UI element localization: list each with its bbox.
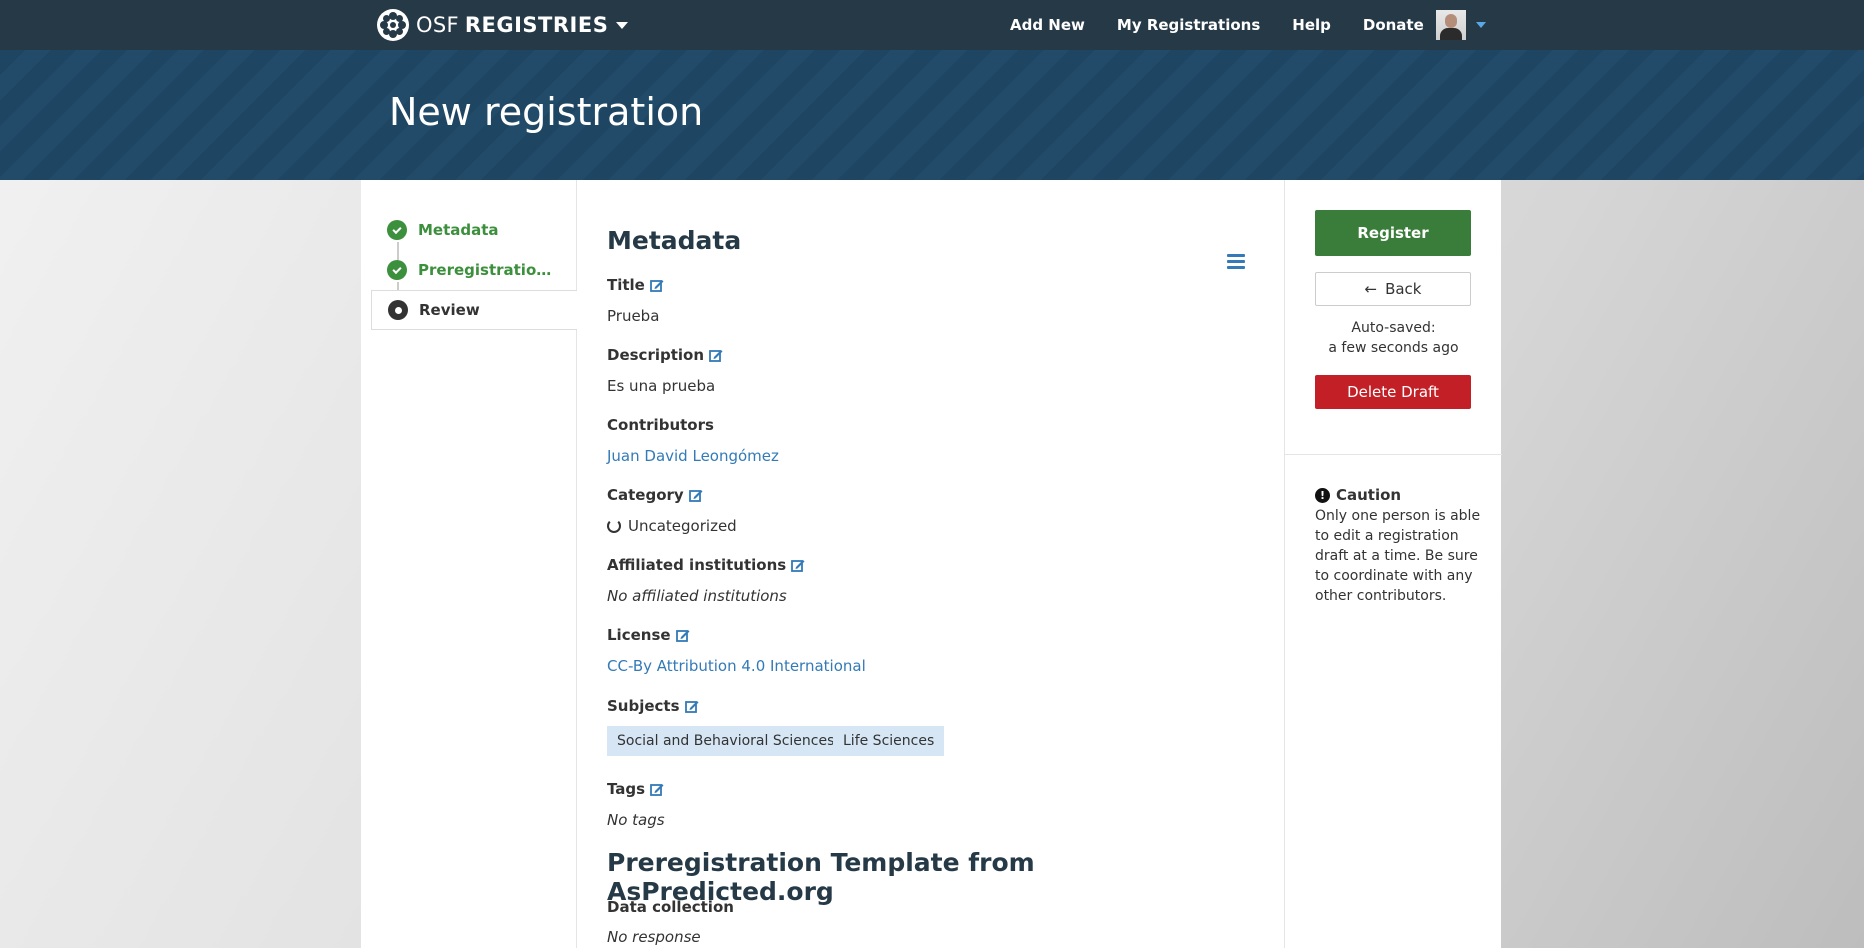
subject-tag: Life Sciences: [833, 726, 945, 756]
edit-icon[interactable]: [709, 348, 723, 362]
edit-icon[interactable]: [675, 628, 690, 642]
nav-my-registrations[interactable]: My Registrations: [1117, 16, 1260, 34]
arrow-left-icon: ←: [1364, 280, 1378, 298]
edit-icon[interactable]: [688, 488, 703, 502]
step-label: Metadata: [418, 221, 499, 239]
top-navbar: OSF REGISTRIES Add New My Registrations …: [0, 0, 1864, 50]
tags-value: No tags: [607, 811, 665, 829]
page-title: New registration: [389, 90, 704, 134]
step-review[interactable]: Review: [371, 290, 577, 330]
subjects-label: Subjects: [607, 697, 699, 715]
edit-icon[interactable]: [791, 558, 805, 572]
actions-sidebar: Register ← Back Auto-saved: a few second…: [1284, 180, 1502, 948]
autosave-time: a few seconds ago: [1328, 340, 1459, 356]
contributor-link[interactable]: Juan David Leongómez: [607, 447, 779, 465]
user-menu-caret-icon: [1476, 22, 1486, 28]
step-metadata[interactable]: Metadata: [371, 210, 577, 250]
edit-icon[interactable]: [684, 699, 699, 713]
autosave-label: Auto-saved:: [1351, 320, 1436, 336]
category-value-text: Uncategorized: [628, 517, 737, 535]
description-label-text: Description: [607, 346, 705, 364]
registration-panel: Metadata Preregistration Te... Review Me…: [361, 180, 1502, 948]
back-button[interactable]: ← Back: [1315, 272, 1471, 306]
user-menu[interactable]: [1436, 10, 1486, 40]
divider: [1285, 454, 1502, 455]
hamburger-menu-icon[interactable]: [1227, 254, 1245, 270]
category-label-text: Category: [607, 486, 684, 504]
affiliated-label-text: Affiliated institutions: [607, 556, 787, 574]
category-label: Category: [607, 486, 703, 504]
check-circle-icon: [387, 260, 407, 280]
data-collection-value: No response: [607, 928, 701, 946]
title-label-text: Title: [607, 276, 645, 294]
subject-tag: Social and Behavioral Sciences: [607, 726, 845, 756]
step-preregistration-template[interactable]: Preregistration Te...: [371, 250, 577, 290]
edit-icon[interactable]: [650, 782, 664, 796]
tags-label: Tags: [607, 780, 664, 798]
affiliated-institutions-value: No affiliated institutions: [607, 587, 787, 605]
category-value: Uncategorized: [607, 517, 737, 535]
title-label: Title: [607, 276, 664, 294]
data-collection-label: Data collection: [607, 898, 734, 916]
register-button[interactable]: Register: [1315, 210, 1471, 256]
caution-text: Only one person is able to edit a regist…: [1315, 508, 1481, 604]
nav-add-new[interactable]: Add New: [1010, 16, 1085, 34]
check-circle-icon: [387, 220, 407, 240]
contributors-label-text: Contributors: [607, 416, 714, 434]
license-label-text: License: [607, 626, 671, 644]
brand-menu[interactable]: OSF REGISTRIES: [376, 7, 629, 43]
page-header-banner: New registration: [0, 50, 1864, 180]
contributors-label: Contributors: [607, 416, 714, 434]
exclamation-circle-icon: !: [1315, 487, 1330, 503]
brand-registries-text: REGISTRIES: [464, 13, 609, 37]
nav-donate[interactable]: Donate: [1363, 16, 1424, 34]
chevron-down-icon: [616, 21, 629, 29]
nav-links: Add New My Registrations Help Donate: [1010, 0, 1456, 50]
back-button-label: Back: [1385, 280, 1422, 298]
nav-help[interactable]: Help: [1292, 16, 1331, 34]
license-label: License: [607, 626, 690, 644]
brand-osf-text: OSF: [416, 13, 459, 37]
subjects-label-text: Subjects: [607, 697, 680, 715]
tags-label-text: Tags: [607, 780, 646, 798]
steps-sidebar: Metadata Preregistration Te... Review: [361, 180, 577, 948]
step-label: Preregistration Te...: [418, 261, 558, 279]
delete-draft-button[interactable]: Delete Draft: [1315, 375, 1471, 409]
description-label: Description: [607, 346, 723, 364]
step-label: Review: [419, 301, 480, 319]
current-step-icon: [388, 300, 408, 320]
circle-notch-icon: [607, 519, 621, 533]
caution-title: ! Caution: [1315, 486, 1401, 504]
metadata-heading: Metadata: [607, 226, 742, 255]
avatar[interactable]: [1436, 10, 1466, 40]
edit-icon[interactable]: [649, 278, 664, 292]
affiliated-institutions-label: Affiliated institutions: [607, 556, 805, 574]
caution-title-text: Caution: [1336, 486, 1402, 504]
title-value: Prueba: [607, 307, 660, 325]
description-value: Es una prueba: [607, 377, 716, 395]
osf-logo-icon: [377, 9, 409, 41]
license-link[interactable]: CC-By Attribution 4.0 International: [607, 657, 866, 675]
data-collection-label-text: Data collection: [607, 898, 734, 916]
